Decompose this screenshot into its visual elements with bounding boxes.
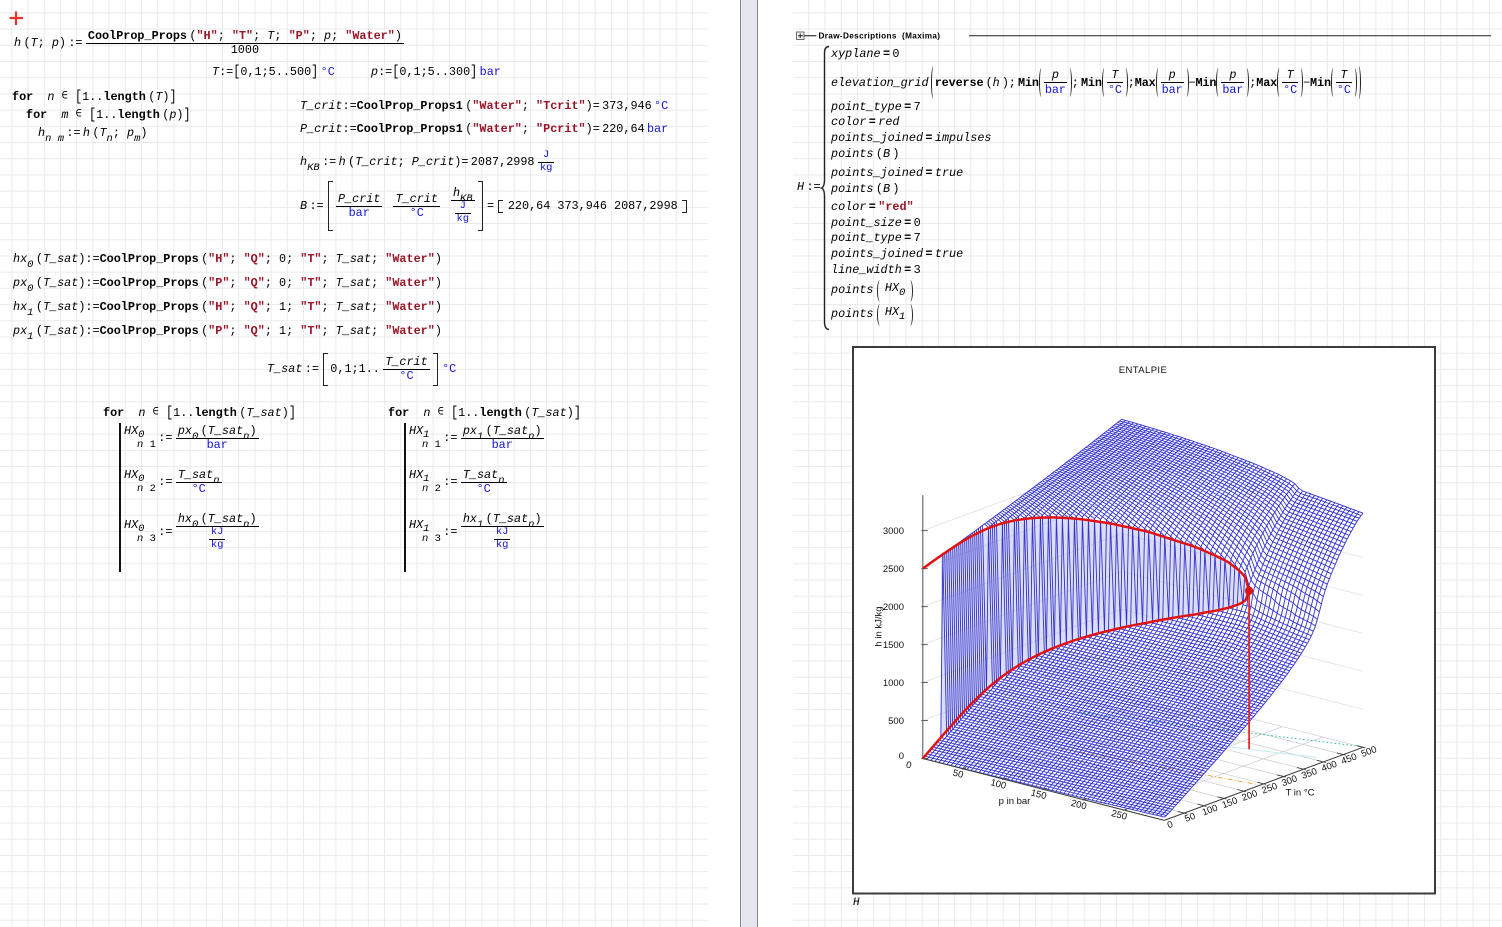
svg-text:p in bar: p in bar: [998, 795, 1030, 806]
svg-text:1500: 1500: [882, 639, 903, 650]
svg-text:2500: 2500: [882, 563, 903, 574]
svg-text:T in °C: T in °C: [1285, 787, 1314, 798]
svg-text:500: 500: [888, 715, 904, 726]
svg-text:0: 0: [898, 750, 903, 761]
svg-text:Draw-Descriptions (Maxima): Draw-Descriptions (Maxima): [819, 32, 941, 41]
svg-text:3000: 3000: [882, 525, 903, 536]
svg-text:1000: 1000: [882, 677, 903, 688]
svg-text:ENTALPIE: ENTALPIE: [1118, 365, 1166, 376]
svg-text:h in kJ/kg: h in kJ/kg: [873, 606, 884, 646]
svg-text:2000: 2000: [882, 601, 903, 612]
